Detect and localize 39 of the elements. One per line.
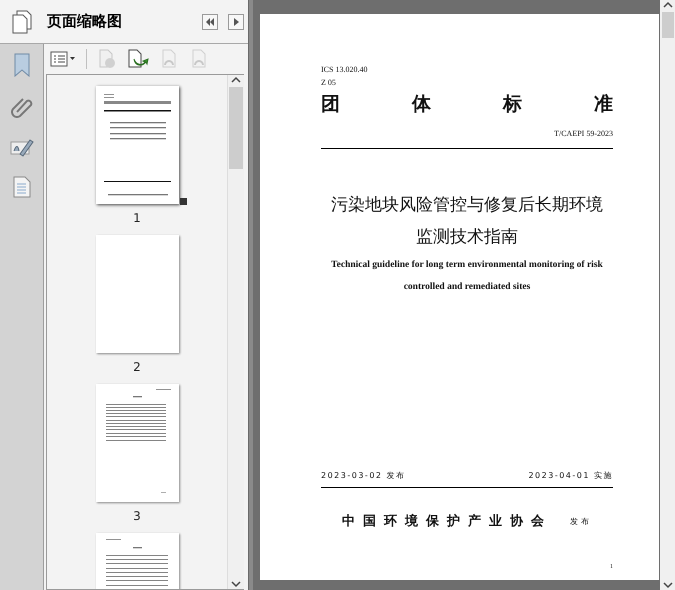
publisher-note: 发布 bbox=[570, 516, 592, 526]
scrollbar-thumb[interactable] bbox=[662, 12, 674, 38]
document-icon[interactable] bbox=[12, 176, 30, 198]
expand-button[interactable] bbox=[228, 14, 244, 30]
heading-character: 体 bbox=[412, 92, 431, 117]
page-number: 1 bbox=[133, 211, 141, 225]
resize-handle[interactable] bbox=[180, 198, 186, 205]
insert-page-button[interactable] bbox=[127, 49, 149, 69]
document-title: 监测技术指南 bbox=[415, 226, 519, 248]
panel-title: 页面缩略图 bbox=[47, 12, 123, 31]
heading-character: 标 bbox=[503, 92, 522, 117]
classification-code: Z 05 bbox=[321, 78, 337, 87]
english-title: Technical guideline for long term environmental monitoring of risk bbox=[330, 260, 604, 270]
paperclip-icon[interactable] bbox=[10, 96, 32, 118]
ics-code: ICS 13.020.40 bbox=[321, 65, 368, 74]
bookmark-icon[interactable] bbox=[12, 52, 30, 78]
page-thumbnail[interactable] bbox=[96, 384, 178, 502]
scroll-up-icon[interactable] bbox=[231, 75, 241, 85]
scroll-down-icon[interactable] bbox=[231, 579, 241, 589]
page-number: 3 bbox=[133, 509, 141, 523]
scroll-up-icon[interactable] bbox=[662, 0, 672, 10]
heading-character: 准 bbox=[594, 92, 613, 117]
page-thumbnail[interactable] bbox=[96, 235, 178, 353]
document-title: 污染地块风险管控与修复后长期环境 bbox=[330, 194, 604, 216]
collapse-button[interactable] bbox=[202, 14, 218, 30]
scrollbar-thumb[interactable] bbox=[229, 87, 243, 169]
right-arrow-icon bbox=[231, 16, 241, 26]
english-title: controlled and remediated sites bbox=[402, 282, 532, 292]
page-thumbnail[interactable] bbox=[96, 86, 178, 204]
heading-character: 团 bbox=[321, 92, 340, 117]
double-left-arrow-icon bbox=[205, 16, 215, 26]
effective-date: 2023-04-01 实施 bbox=[528, 470, 613, 481]
publisher: 中国环境保护产业协会 bbox=[342, 512, 552, 530]
issue-date: 2023-03-02 发布 bbox=[321, 470, 406, 481]
scroll-down-icon[interactable] bbox=[662, 580, 672, 590]
page-number: 2 bbox=[133, 360, 141, 374]
options-button[interactable] bbox=[50, 51, 76, 67]
standard-number: T/CAEPI 59-2023 bbox=[554, 129, 613, 138]
pages-icon[interactable] bbox=[11, 10, 33, 34]
